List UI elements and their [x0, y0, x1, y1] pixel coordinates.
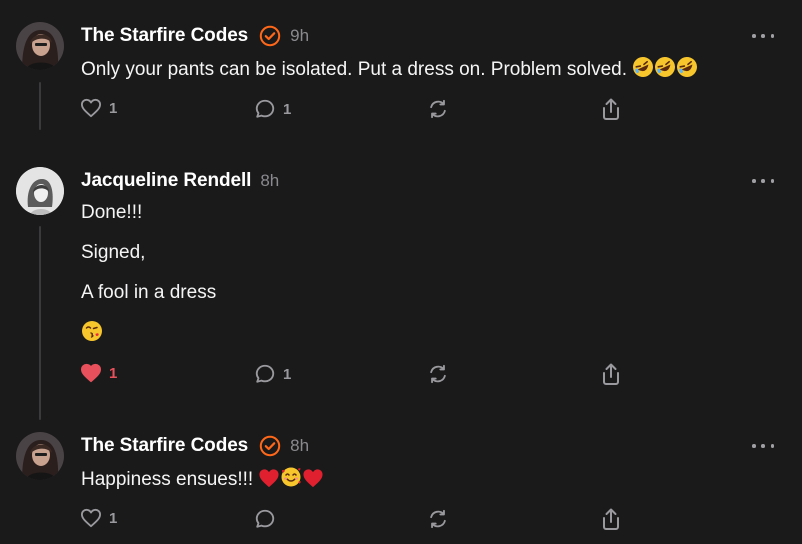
comment-header: The Starfire Codes 8h: [81, 434, 309, 458]
smiling-face-with-hearts-icon: [280, 466, 302, 494]
more-options-icon[interactable]: [752, 440, 774, 452]
restack-button[interactable]: [427, 508, 449, 530]
author-name[interactable]: The Starfire Codes: [81, 435, 248, 457]
red-heart-icon: [302, 468, 324, 494]
heart-icon: [81, 508, 101, 528]
like-count: 1: [109, 509, 118, 527]
timestamp[interactable]: 8h: [290, 436, 309, 456]
verified-badge-icon: [259, 435, 281, 457]
share-button[interactable]: [600, 507, 622, 531]
avatar[interactable]: [16, 432, 64, 480]
reply-button[interactable]: [254, 508, 276, 530]
share-icon: [603, 508, 619, 530]
comment-bubble-icon: [255, 509, 275, 528]
like-button[interactable]: 1: [80, 508, 117, 528]
restack-icon: [430, 509, 446, 529]
comment-text: Happiness ensues!!!: [81, 466, 324, 494]
comment: The Starfire Codes 8h Happiness ensues!!…: [0, 0, 802, 544]
red-heart-icon: [258, 468, 280, 494]
